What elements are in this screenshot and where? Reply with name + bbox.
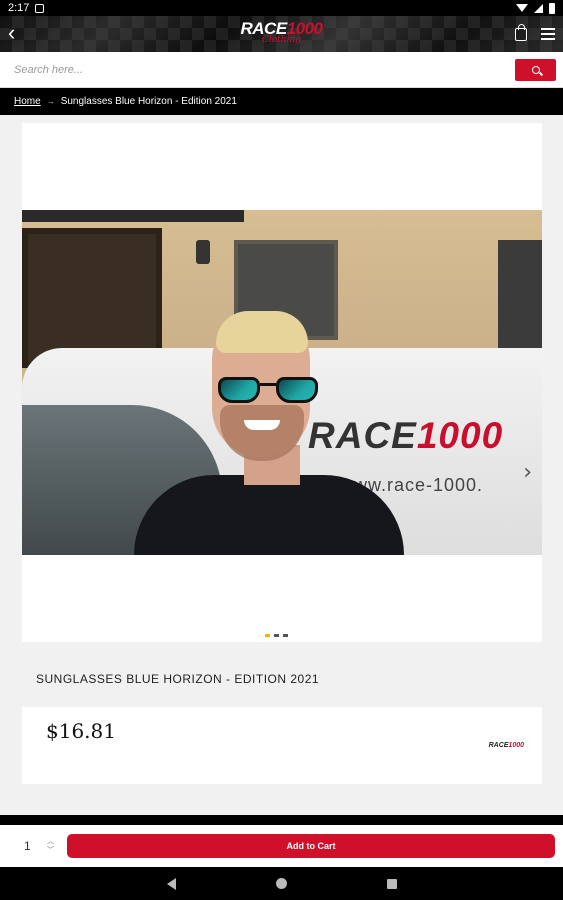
chevron-down-icon[interactable]: ﹀ <box>47 846 54 855</box>
search-icon <box>531 65 540 74</box>
header-actions <box>515 23 555 41</box>
wifi-icon <box>516 4 528 12</box>
gallery-pagination-dots <box>265 634 288 637</box>
brand-logo-small: RACE1000 <box>488 742 524 749</box>
hamburger-menu-icon[interactable] <box>541 28 555 40</box>
status-time: 2:17 <box>8 2 30 14</box>
breadcrumb-separator: → <box>46 97 55 106</box>
product-image-gallery[interactable]: RACE1000 www.race-1000. › <box>22 123 542 642</box>
search-input[interactable] <box>14 63 515 76</box>
brand-logo[interactable]: RACE1000 Clothing <box>241 19 323 45</box>
nav-home-icon[interactable] <box>275 878 287 889</box>
product-photo[interactable]: RACE1000 www.race-1000. › <box>22 210 542 555</box>
search-bar <box>0 52 563 88</box>
sunglasses-image <box>218 377 322 403</box>
back-button[interactable]: ‹ <box>8 22 28 44</box>
product-title: SUNGLASSES BLUE HORIZON - EDITION 2021 <box>36 672 320 686</box>
quantity-value[interactable]: 1 <box>24 839 31 853</box>
nav-back-icon[interactable] <box>166 877 176 890</box>
add-to-cart-button[interactable]: Add to Cart <box>67 834 555 858</box>
model-person <box>134 311 404 555</box>
pagination-dot[interactable] <box>283 634 288 637</box>
stepper-arrows[interactable]: ︿ ﹀ <box>47 837 54 855</box>
divider <box>0 815 563 825</box>
breadcrumb-current: Sunglasses Blue Horizon - Edition 2021 <box>60 96 237 107</box>
breadcrumb: Home → Sunglasses Blue Horizon - Edition… <box>0 88 563 115</box>
signal-icon <box>534 3 543 13</box>
pagination-dot[interactable] <box>274 634 279 637</box>
pagination-dot[interactable] <box>265 634 270 637</box>
notification-icon <box>35 3 45 13</box>
shopping-bag-icon[interactable] <box>515 23 527 41</box>
product-price: $16.81 <box>46 719 116 743</box>
status-icons <box>516 2 555 14</box>
add-to-cart-bar: 1 ︿ ﹀ Add to Cart <box>0 825 563 867</box>
chevron-up-icon[interactable]: ︿ <box>47 837 54 846</box>
system-nav-bar <box>0 867 563 900</box>
price-card: $16.81 RACE1000 <box>22 707 542 784</box>
app-header: ‹ RACE1000 Clothing <box>0 16 563 52</box>
status-bar: 2:17 <box>0 0 563 16</box>
next-image-arrow-icon[interactable]: › <box>523 460 532 485</box>
breadcrumb-home-link[interactable]: Home <box>14 96 41 107</box>
nav-recents-icon[interactable] <box>386 878 397 889</box>
battery-icon <box>549 2 555 14</box>
chevron-left-icon: ‹ <box>8 20 16 45</box>
search-button[interactable] <box>515 58 556 81</box>
quantity-stepper[interactable]: 1 ︿ ﹀ <box>8 834 60 858</box>
